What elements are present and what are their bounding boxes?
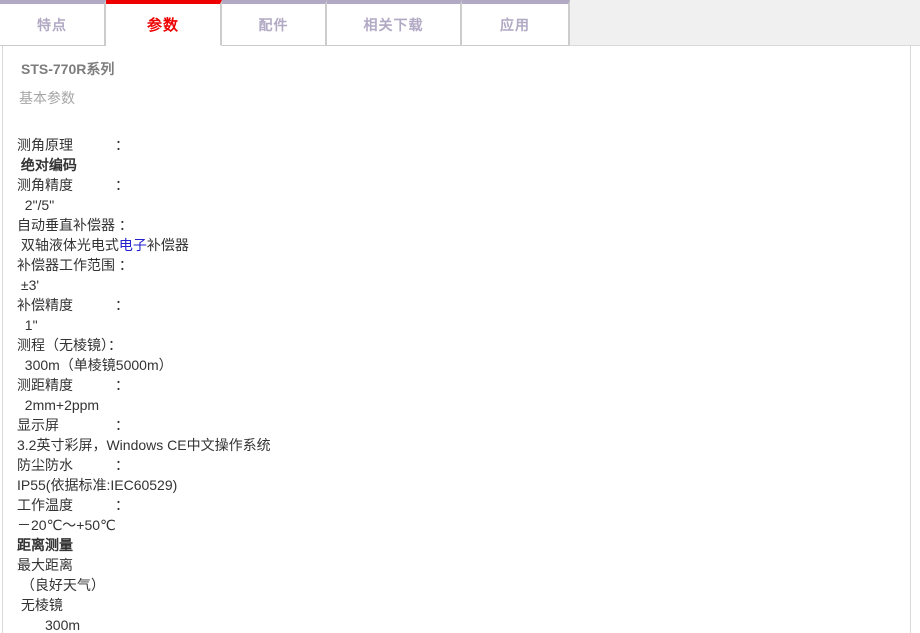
tab-accessories[interactable]: 配件 bbox=[222, 0, 327, 46]
spec-text: 2mm+2ppm bbox=[17, 397, 99, 413]
spec-list: 测角原理 ： 绝对编码测角精度 ： 2"/5" 自动垂直补偿器 ： 双轴液体光电式… bbox=[17, 135, 910, 633]
spec-text: 测角精度 ： bbox=[17, 177, 129, 193]
spec-line: （良好天气） bbox=[17, 575, 910, 595]
content-panel: STS-770R系列 基本参数 测角原理 ： 绝对编码测角精度 ： 2"/5" 自… bbox=[2, 46, 911, 633]
tab-parameters[interactable]: 参数 bbox=[106, 0, 222, 46]
spec-text: 双轴液体光电式 bbox=[17, 237, 119, 253]
tab-applications[interactable]: 应用 bbox=[462, 0, 570, 46]
tab-features-label: 特点 bbox=[37, 15, 67, 35]
spec-line: IP55(依据标准:IEC60529) bbox=[17, 475, 910, 495]
tab-bar: 特点 参数 配件 相关下载 应用 bbox=[0, 0, 920, 46]
spec-text: 测角原理 ： bbox=[17, 137, 129, 153]
spec-line: 补偿器工作范围 ： bbox=[17, 255, 910, 275]
spec-line: ±3' bbox=[17, 275, 910, 295]
spec-line: 显示屏 ： bbox=[17, 415, 910, 435]
spec-line: 距离测量 bbox=[17, 535, 910, 555]
section-subtitle: 基本参数 bbox=[19, 88, 910, 108]
spec-text: 无棱镜 bbox=[17, 597, 63, 613]
spec-text: IP55(依据标准:IEC60529) bbox=[17, 477, 177, 493]
spec-line: 300m bbox=[17, 615, 910, 633]
spec-line: 测角精度 ： bbox=[17, 175, 910, 195]
spec-text: 防尘防水 ： bbox=[17, 457, 129, 473]
spec-line: 测距精度 ： bbox=[17, 375, 910, 395]
spec-text: 显示屏 ： bbox=[17, 417, 129, 433]
spec-text: 测程（无棱镜）： bbox=[17, 337, 122, 353]
tab-applications-label: 应用 bbox=[500, 15, 530, 35]
spec-line: 自动垂直补偿器 ： bbox=[17, 215, 910, 235]
tabbar-filler bbox=[570, 0, 920, 46]
spec-line: －20℃～+50℃ bbox=[17, 515, 910, 535]
tab-parameters-label: 参数 bbox=[147, 14, 179, 35]
spec-line: 300m（单棱镜5000m） bbox=[17, 355, 910, 375]
series-title: STS-770R系列 bbox=[21, 59, 910, 79]
spec-text: 300m（单棱镜5000m） bbox=[17, 357, 173, 373]
spec-bold-text: 绝对编码 bbox=[17, 157, 77, 173]
spec-line: 测程（无棱镜）： bbox=[17, 335, 910, 355]
spec-line: 工作温度 ： bbox=[17, 495, 910, 515]
spec-text: ±3' bbox=[17, 277, 39, 293]
spec-text: 最大距离 bbox=[17, 557, 73, 573]
electronic-link[interactable]: 电子 bbox=[119, 237, 147, 253]
spec-line: 绝对编码 bbox=[17, 155, 910, 175]
spec-line: 最大距离 bbox=[17, 555, 910, 575]
spec-text: 自动垂直补偿器 ： bbox=[17, 217, 133, 233]
spec-bold-text: 距离测量 bbox=[17, 537, 73, 553]
spec-text: 2"/5" bbox=[17, 197, 54, 213]
spec-text: 补偿器工作范围 ： bbox=[17, 257, 133, 273]
spec-text: 测距精度 ： bbox=[17, 377, 129, 393]
spec-text: 300m bbox=[17, 617, 80, 633]
spec-line: 2mm+2ppm bbox=[17, 395, 910, 415]
tab-downloads[interactable]: 相关下载 bbox=[327, 0, 462, 46]
tab-downloads-label: 相关下载 bbox=[364, 15, 424, 35]
spec-line: 1" bbox=[17, 315, 910, 335]
spec-text: 3.2英寸彩屏，Windows CE中文操作系统 bbox=[17, 437, 271, 453]
spec-text: 1" bbox=[17, 317, 38, 333]
spec-line: 2"/5" bbox=[17, 195, 910, 215]
spec-text: （良好天气） bbox=[17, 577, 105, 593]
spec-line: 防尘防水 ： bbox=[17, 455, 910, 475]
spec-line: 测角原理 ： bbox=[17, 135, 910, 155]
tab-accessories-label: 配件 bbox=[259, 15, 289, 35]
spec-text: 补偿精度 ： bbox=[17, 297, 129, 313]
spec-text: －20℃～+50℃ bbox=[17, 517, 116, 533]
spec-line: 无棱镜 bbox=[17, 595, 910, 615]
spec-line: 3.2英寸彩屏，Windows CE中文操作系统 bbox=[17, 435, 910, 455]
tab-features[interactable]: 特点 bbox=[0, 0, 106, 46]
spec-text: 工作温度 ： bbox=[17, 497, 129, 513]
spec-line: 补偿精度 ： bbox=[17, 295, 910, 315]
spec-text: 补偿器 bbox=[147, 237, 189, 253]
spec-line: 双轴液体光电式电子补偿器 bbox=[17, 235, 910, 255]
